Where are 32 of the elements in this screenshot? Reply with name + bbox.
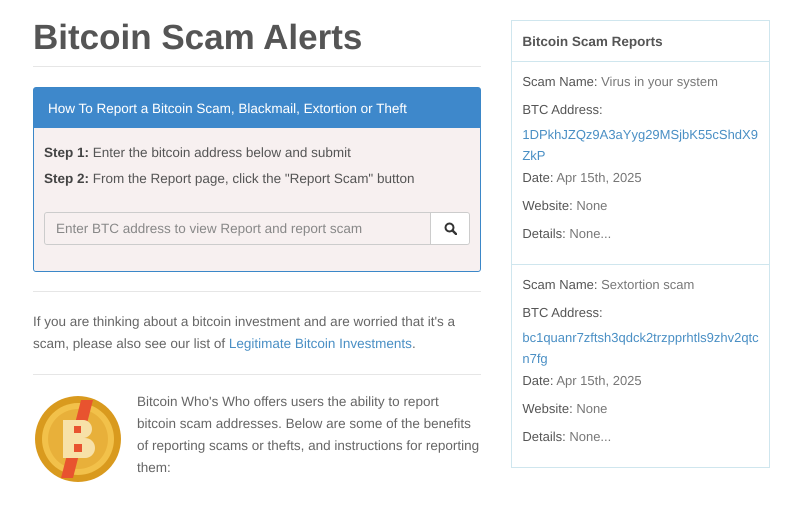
scam-name-value: Virus in your system [601, 74, 718, 89]
btc-address-label: BTC Address: [522, 305, 603, 320]
search-field[interactable]: Enter BTC address to view Report and report scam [44, 212, 432, 245]
website-value: None [576, 401, 608, 416]
btc-address-label: BTC Address: [522, 102, 603, 117]
details-value: None... [569, 226, 612, 241]
scam-name-value: Sextortion scam [601, 277, 694, 292]
details-label: Details: [522, 226, 566, 241]
btc-address-link[interactable]: bc1quanr7zftsh3qdck2trzpprhtls9zhv2qtcn7fg [522, 327, 759, 369]
details-label: Details: [522, 429, 566, 444]
bitcoin-coin-icon [33, 394, 123, 484]
reports-title: Bitcoin Scam Reports [512, 21, 769, 62]
investment-note: If you are thinking about a bitcoin investment and are worried that it's a scam, please also see our list of Legitimate Bitcoin Investments. [33, 313, 456, 353]
btc-address-link[interactable]: 1DPkhJZQz9A3aYyg29MSjbK55cShdX9ZkP [522, 124, 759, 166]
date-value: Apr 15th, 2025 [556, 373, 642, 388]
scam-name-label: Scam Name: [522, 277, 598, 292]
website-label: Website: [522, 401, 573, 416]
investments-link[interactable]: Legitimate Bitcoin Investments [228, 336, 412, 351]
search-icon [444, 222, 457, 235]
website-label: Website: [522, 198, 573, 213]
page-title: Bitcoin Scam Alerts [33, 18, 482, 67]
scam-name-label: Scam Name: [522, 74, 598, 89]
date-label: Date: [522, 373, 554, 388]
intro-text: Bitcoin Who's Who offers users the ability to report bitcoin scam addresses. Below are some of the benefits of reporting scams or thefts, and instructions for reporting them: [137, 393, 480, 477]
details-value: None... [569, 429, 612, 444]
date-label: Date: [522, 170, 554, 185]
step-text: Step 2: From the Report page, click the "Report Scam" button [44, 171, 416, 186]
panel-heading: How To Report a Bitcoin Scam, Blackmail, Extortion or Theft [34, 88, 480, 128]
step-text: Step 1: Enter the bitcoin address below and submit [44, 145, 352, 160]
website-value: None [576, 198, 608, 213]
date-value: Apr 15th, 2025 [556, 170, 642, 185]
search-button[interactable] [431, 212, 470, 245]
